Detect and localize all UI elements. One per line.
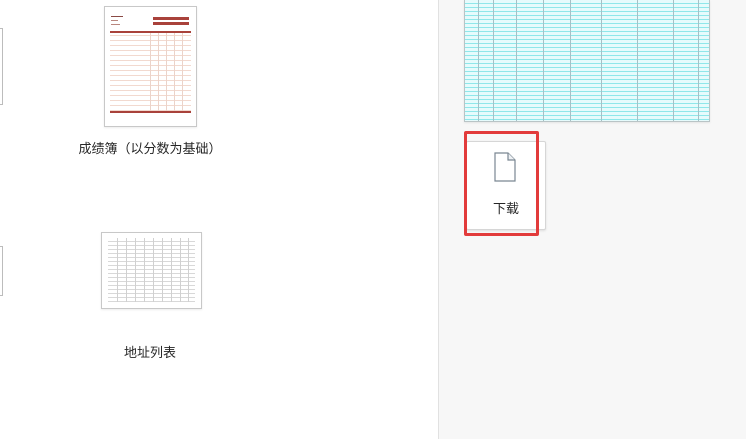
template-card-gradebook[interactable]: 成绩簿（以分数为基础）	[70, 6, 230, 157]
download-label: 下载	[492, 202, 519, 217]
address-list-grid	[108, 238, 195, 302]
template-label-gradebook: 成绩簿（以分数为基础）	[78, 142, 222, 157]
spreadsheet-preview	[464, 0, 710, 122]
template-card-address-list[interactable]: 地址列表	[80, 230, 220, 370]
document-icon	[494, 152, 516, 182]
address-list-thumbnail[interactable]	[101, 232, 202, 309]
clipped-template-thumbnail[interactable]	[0, 28, 3, 105]
gradebook-title-block	[111, 16, 141, 28]
template-gallery: 成绩簿（以分数为基础） 地址列表	[0, 0, 438, 439]
template-label-address-list: 地址列表	[123, 346, 176, 361]
gradebook-thumbnail[interactable]	[104, 6, 197, 127]
gradebook-grid	[110, 31, 191, 111]
download-button[interactable]: 下载	[466, 141, 546, 230]
gradebook-footer	[110, 111, 191, 113]
clipped-template-thumbnail[interactable]	[0, 246, 3, 296]
